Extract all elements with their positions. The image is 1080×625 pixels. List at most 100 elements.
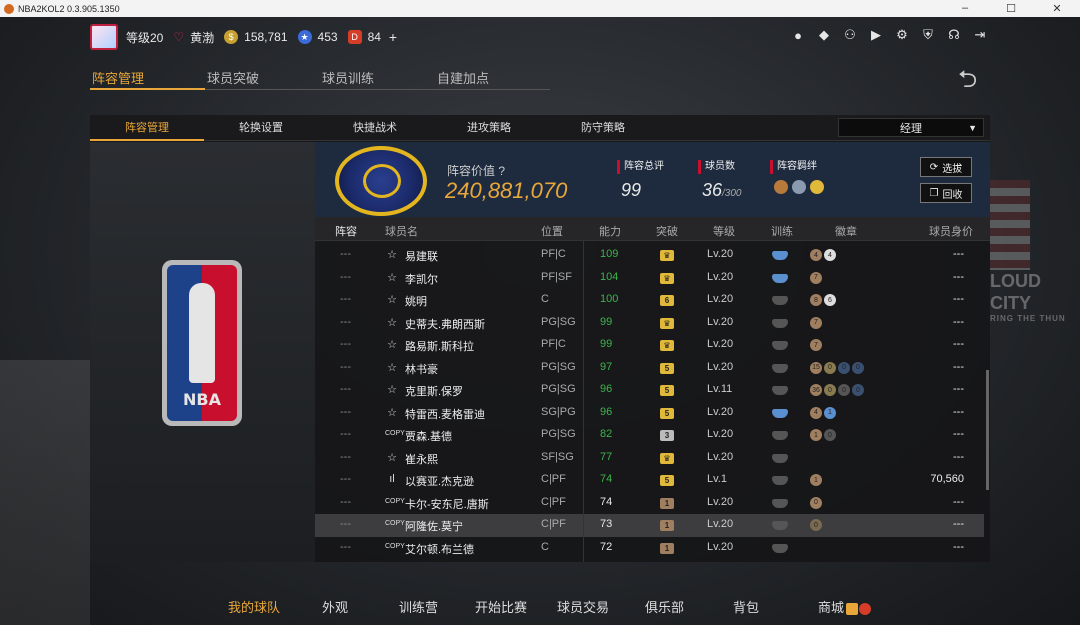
lineup-slot[interactable]: ---: [340, 428, 351, 440]
lineup-slot[interactable]: ---: [340, 271, 351, 283]
table-row[interactable]: --- ☆ 特雷西.麦格雷迪 SG|PG 96 5 Lv.20 4 1 ---: [315, 402, 984, 425]
help-icon[interactable]: ?: [498, 164, 505, 178]
nav-club[interactable]: 俱乐部: [645, 597, 684, 616]
lineup-slot[interactable]: ---: [340, 541, 351, 553]
table-row[interactable]: --- COPY 艾尔顿.布兰德 C 72 1 Lv.20 ---: [315, 537, 984, 560]
player-value: ---: [953, 338, 964, 350]
add-currency-button[interactable]: +: [389, 29, 397, 45]
table-row[interactable]: --- COPY 贾森.基德 PG|SG 82 3 Lv.20 1 0 ---: [315, 424, 984, 447]
tab-offense-strategy[interactable]: 进攻策略: [432, 115, 546, 141]
table-row[interactable]: --- ☆ 姚明 C 100 6 Lv.20 8 6 ---: [315, 289, 984, 312]
col-breakthrough[interactable]: 突破: [656, 223, 678, 239]
tab-player-training[interactable]: 球员训练: [320, 64, 435, 90]
copy-card-icon[interactable]: COPY: [385, 430, 405, 437]
col-value[interactable]: 球员身价: [929, 223, 973, 239]
tab-quick-tactics[interactable]: 快捷战术: [318, 115, 432, 141]
favorite-star-icon[interactable]: ☆: [385, 316, 399, 329]
shield-icon[interactable]: ⛨: [920, 27, 936, 43]
table-row[interactable]: --- ☆ 林书豪 PG|SG 97 5 Lv.20 15 0 0 0 ---: [315, 357, 984, 380]
nav-player-trade[interactable]: 球员交易: [557, 597, 609, 616]
lineup-slot[interactable]: ---: [340, 406, 351, 418]
player-value: ---: [953, 383, 964, 395]
bond-icon[interactable]: [810, 180, 824, 194]
favorite-star-icon[interactable]: ☆: [385, 271, 399, 284]
bond-icons[interactable]: [774, 180, 824, 194]
lineup-slot[interactable]: ---: [340, 383, 351, 395]
badge-icon: 0: [838, 384, 850, 396]
col-name[interactable]: 球员名: [385, 223, 418, 239]
player-position: PG|SG: [541, 428, 576, 440]
recycle-button[interactable]: ❐ 回收: [920, 183, 972, 203]
table-row[interactable]: --- ıl 以赛亚.杰克逊 C|PF 74 5 Lv.1 1 70,560: [315, 469, 984, 492]
favorite-star-icon[interactable]: ☆: [385, 451, 399, 464]
logout-icon[interactable]: ⇥: [972, 27, 988, 43]
lineup-slot[interactable]: ---: [340, 316, 351, 328]
favorite-star-icon[interactable]: ☆: [385, 406, 399, 419]
tab-lineup-management[interactable]: 阵容管理: [90, 64, 205, 90]
table-row[interactable]: --- ☆ 克里斯.保罗 PG|SG 96 5 Lv.11 36 0 0 0 ---: [315, 379, 984, 402]
col-ability[interactable]: 能力: [599, 223, 621, 239]
col-level[interactable]: 等级: [713, 223, 735, 239]
copy-card-icon[interactable]: COPY: [385, 498, 405, 505]
copy-card-icon[interactable]: COPY: [385, 520, 405, 527]
col-training[interactable]: 训练: [771, 223, 793, 239]
video-icon[interactable]: ▶: [868, 27, 884, 43]
close-icon[interactable]: ✕: [1034, 2, 1080, 15]
badge-icon: 0: [838, 361, 850, 374]
user-icon[interactable]: ●: [790, 27, 806, 43]
settings-icon[interactable]: ⚙: [894, 27, 910, 43]
manager-dropdown[interactable]: 经理 ▼: [838, 118, 984, 137]
favorite-star-icon[interactable]: ☆: [385, 293, 399, 306]
lineup-slot[interactable]: ---: [340, 248, 351, 260]
table-row[interactable]: --- COPY 卡尔-安东尼.唐斯 C|PF 74 1 Lv.20 0 ---: [315, 492, 984, 515]
minimize-icon[interactable]: –: [942, 2, 988, 15]
secondary-tabs: 阵容管理 轮换设置 快捷战术 进攻策略 防守策略 经理 ▼: [90, 115, 990, 141]
lineup-slot[interactable]: ---: [340, 518, 351, 530]
table-row[interactable]: --- ☆ 史蒂夫.弗朗西斯 PG|SG 99 ♛ Lv.20 7 ---: [315, 312, 984, 335]
bond-icon[interactable]: [774, 180, 788, 194]
friends-icon[interactable]: ⚇: [842, 27, 858, 43]
nav-training-camp[interactable]: 训练营: [399, 597, 438, 616]
nav-start-game[interactable]: 开始比赛: [475, 597, 527, 616]
table-row[interactable]: --- ☆ 崔永熙 SF|SG 77 ♛ Lv.20 ---: [315, 447, 984, 470]
nav-appearance[interactable]: 外观: [322, 597, 348, 616]
table-row[interactable]: --- ☆ 易建联 PF|C 109 ♛ Lv.20 4 4 ---: [315, 244, 984, 267]
lineup-slot[interactable]: ---: [340, 361, 351, 373]
bell-icon[interactable]: ◆: [816, 27, 832, 43]
tab-player-breakthrough[interactable]: 球员突破: [205, 64, 320, 90]
avatar[interactable]: [90, 24, 118, 50]
breakthrough-badge: 1: [660, 520, 674, 531]
col-lineup[interactable]: 阵容: [335, 223, 357, 239]
lineup-slot[interactable]: ---: [340, 338, 351, 350]
maximize-icon[interactable]: ☐: [988, 2, 1034, 15]
lineup-slot[interactable]: ---: [340, 496, 351, 508]
back-arrow-icon[interactable]: ⮌: [958, 62, 977, 103]
favorite-star-icon[interactable]: ☆: [385, 248, 399, 261]
table-row[interactable]: --- COPY 阿隆佐.莫宁 C|PF 73 1 Lv.20 0 ---: [315, 514, 984, 537]
player-level: Lv.20: [707, 405, 734, 418]
lineup-slot[interactable]: ---: [340, 293, 351, 305]
col-badges[interactable]: 徽章: [835, 223, 857, 239]
favorite-star-icon[interactable]: ☆: [385, 338, 399, 351]
table-row[interactable]: --- ☆ 李凯尔 PF|SF 104 ♛ Lv.20 7 ---: [315, 267, 984, 290]
tab-defense-strategy[interactable]: 防守策略: [546, 115, 660, 141]
headset-icon[interactable]: ☊: [946, 27, 962, 43]
nav-my-team[interactable]: 我的球队: [228, 597, 280, 616]
breakthrough-badge: 5: [660, 475, 674, 486]
signal-icon[interactable]: ıl: [385, 473, 399, 485]
tab-custom-points[interactable]: 自建加点: [435, 64, 550, 90]
lineup-slot[interactable]: ---: [340, 451, 351, 463]
favorite-star-icon[interactable]: ☆: [385, 383, 399, 396]
copy-card-icon[interactable]: COPY: [385, 543, 405, 550]
favorite-star-icon[interactable]: ☆: [385, 361, 399, 374]
nav-backpack[interactable]: 背包: [733, 597, 759, 616]
nav-mall[interactable]: 商城: [818, 597, 872, 616]
lineup-slot[interactable]: ---: [340, 473, 351, 485]
table-scrollbar[interactable]: [986, 370, 989, 490]
col-position[interactable]: 位置: [541, 223, 563, 239]
tab-lineup[interactable]: 阵容管理: [90, 115, 204, 141]
bond-icon[interactable]: [792, 180, 806, 194]
table-row[interactable]: --- ☆ 路易斯.斯科拉 PF|C 99 ♛ Lv.20 7 ---: [315, 334, 984, 357]
select-button[interactable]: ⟳ 选拔: [920, 157, 972, 177]
tab-rotation[interactable]: 轮换设置: [204, 115, 318, 141]
